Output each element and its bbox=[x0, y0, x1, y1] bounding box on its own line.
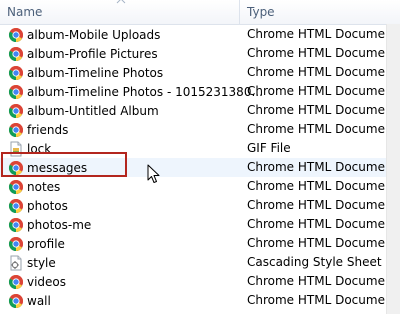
file-row[interactable]: photos Chrome HTML Document bbox=[0, 196, 397, 215]
chrome-icon bbox=[9, 103, 23, 118]
file-name-label: wall bbox=[27, 293, 51, 308]
file-name-label: notes bbox=[27, 179, 61, 194]
file-name-cell: album-Timeline Photos - 1015231380... bbox=[8, 82, 263, 101]
file-name-cell: photos-me bbox=[8, 215, 91, 234]
file-row[interactable]: photos-me Chrome HTML Document bbox=[0, 215, 397, 234]
file-type-cell: Chrome HTML Document bbox=[247, 65, 398, 79]
file-name-label: style bbox=[27, 255, 56, 270]
css-file-icon bbox=[10, 255, 22, 270]
chrome-icon bbox=[9, 122, 23, 137]
file-name-label: videos bbox=[27, 274, 67, 289]
file-row[interactable]: videos Chrome HTML Document bbox=[0, 272, 397, 291]
file-name-label: album-Timeline Photos bbox=[27, 65, 164, 80]
highlight-annotation-box bbox=[1, 152, 127, 177]
chrome-icon bbox=[9, 46, 23, 61]
file-name-label: friends bbox=[27, 122, 69, 137]
file-name-label: album-Mobile Uploads bbox=[27, 27, 161, 42]
file-name-label: album-Untitled Album bbox=[27, 103, 159, 118]
file-name-cell: album-Untitled Album bbox=[8, 101, 159, 120]
chrome-icon bbox=[9, 27, 23, 42]
file-type-cell: Chrome HTML Document bbox=[247, 160, 398, 174]
chrome-icon bbox=[9, 274, 23, 289]
file-list-view: Name Type album-Mobile Uploads Chrome HTM… bbox=[0, 0, 400, 314]
chrome-icon bbox=[9, 198, 23, 213]
file-name-cell: photos bbox=[8, 196, 68, 215]
file-type-cell: Chrome HTML Document bbox=[247, 84, 398, 98]
file-name-cell: album-Profile Pictures bbox=[8, 44, 158, 63]
mouse-pointer-icon bbox=[147, 164, 160, 183]
file-row[interactable]: album-Mobile Uploads Chrome HTML Document bbox=[0, 25, 397, 44]
file-name-cell: album-Timeline Photos bbox=[8, 63, 163, 82]
file-type-cell: Chrome HTML Document bbox=[247, 27, 398, 41]
chrome-icon bbox=[9, 236, 23, 251]
chrome-icon bbox=[9, 179, 23, 194]
column-header-bar: Name Type bbox=[0, 0, 400, 25]
file-name-cell: notes bbox=[8, 177, 60, 196]
file-row[interactable]: wall Chrome HTML Document bbox=[0, 291, 397, 310]
file-type-cell: GIF File bbox=[247, 141, 291, 155]
file-row[interactable]: album-Profile Pictures Chrome HTML Docume… bbox=[0, 44, 397, 63]
file-type-cell: Chrome HTML Document bbox=[247, 103, 398, 117]
file-name-label: photos-me bbox=[27, 217, 92, 232]
file-type-cell: Cascading Style Sheet Do... bbox=[247, 255, 400, 269]
file-row[interactable]: album-Untitled Album Chrome HTML Document bbox=[0, 101, 397, 120]
file-type-cell: Chrome HTML Document bbox=[247, 122, 398, 136]
file-row[interactable]: notes Chrome HTML Document bbox=[0, 177, 397, 196]
file-name-cell: style bbox=[8, 253, 56, 272]
file-row[interactable]: profile Chrome HTML Document bbox=[0, 234, 397, 253]
chrome-icon bbox=[9, 217, 23, 232]
file-type-cell: Chrome HTML Document bbox=[247, 179, 398, 193]
file-name-cell: album-Mobile Uploads bbox=[8, 25, 160, 44]
sort-ascending-icon bbox=[116, 0, 126, 4]
chrome-icon bbox=[9, 84, 23, 99]
file-type-cell: Chrome HTML Document bbox=[247, 236, 398, 250]
file-type-cell: Chrome HTML Document bbox=[247, 293, 398, 307]
file-name-label: profile bbox=[27, 236, 65, 251]
file-type-cell: Chrome HTML Document bbox=[247, 274, 398, 288]
file-row[interactable]: album-Timeline Photos - 1015231380... Chr… bbox=[0, 82, 397, 101]
file-name-label: album-Timeline Photos - 1015231380... bbox=[27, 84, 263, 99]
column-header-type[interactable]: Type bbox=[240, 0, 400, 24]
file-row[interactable]: album-Timeline Photos Chrome HTML Documen… bbox=[0, 63, 397, 82]
chrome-icon bbox=[9, 293, 23, 308]
file-row[interactable]: style Cascading Style Sheet Do... bbox=[0, 253, 400, 272]
file-name-cell: wall bbox=[8, 291, 51, 310]
file-name-cell: profile bbox=[8, 234, 65, 253]
file-name-cell: friends bbox=[8, 120, 68, 139]
vertical-scrollbar[interactable] bbox=[386, 24, 400, 314]
file-type-cell: Chrome HTML Document bbox=[247, 46, 398, 60]
file-name-label: album-Profile Pictures bbox=[27, 46, 158, 61]
file-name-cell: videos bbox=[8, 272, 66, 291]
chrome-icon bbox=[9, 65, 23, 80]
file-row[interactable]: friends Chrome HTML Document bbox=[0, 120, 397, 139]
file-type-cell: Chrome HTML Document bbox=[247, 198, 398, 212]
file-name-label: photos bbox=[27, 198, 68, 213]
file-type-cell: Chrome HTML Document bbox=[247, 217, 398, 231]
